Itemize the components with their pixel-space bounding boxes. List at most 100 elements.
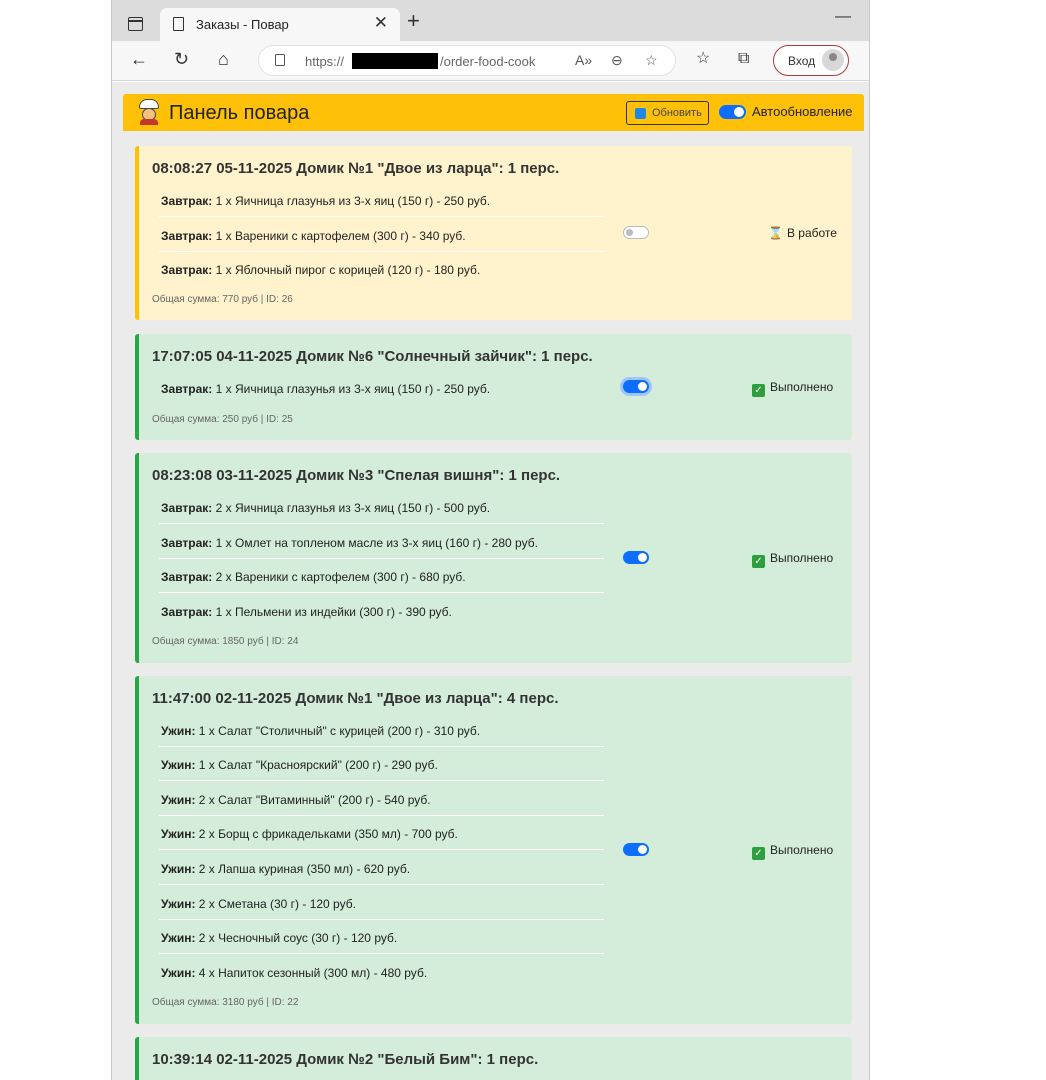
zoom-icon[interactable]: ⊖ bbox=[611, 52, 623, 69]
address-bar[interactable]: https:// /order-food-cook A» ⊖ ☆ bbox=[258, 45, 676, 76]
redacted-host bbox=[352, 53, 438, 69]
order-item: Завтрак: 2 x Вареники с картофелем (300 … bbox=[159, 559, 604, 593]
home-icon[interactable]: ⌂ bbox=[218, 49, 229, 69]
status-text: Выполнено bbox=[770, 551, 834, 565]
item-text: 1 x Салат "Столичный" с курицей (200 г) … bbox=[198, 724, 481, 738]
order-title: 17:07:05 04-11-2025 Домик №6 "Солнечный … bbox=[152, 348, 593, 365]
meal-label: Ужин: bbox=[161, 793, 196, 807]
meal-label: Завтрак: bbox=[161, 570, 213, 584]
meal-label: Ужин: bbox=[161, 897, 196, 911]
order-item: Ужин: 2 x Салат "Витаминный" (200 г) - 5… bbox=[159, 782, 604, 816]
tab-strip: Заказы - Повар ✕ + — bbox=[112, 0, 869, 41]
read-aloud-icon[interactable]: A» bbox=[575, 52, 592, 68]
item-text: 1 x Яичница глазунья из 3-х яиц (150 г) … bbox=[215, 382, 491, 396]
order-item: Завтрак: 1 x Омлет на топленом масле из … bbox=[159, 525, 604, 559]
item-text: 2 x Яичница глазунья из 3-х яиц (150 г) … bbox=[215, 501, 491, 515]
reload-icon[interactable]: ↻ bbox=[174, 49, 189, 69]
url-path: /order-food-cook bbox=[440, 54, 536, 69]
status-badge: ✓ Выполнено bbox=[752, 843, 833, 860]
browser-window: Заказы - Повар ✕ + — ← ↻ ⌂ https:// /ord… bbox=[111, 0, 870, 1080]
order-item: Ужин: 2 x Сметана (30 г) - 120 руб. bbox=[159, 886, 604, 920]
meal-label: Ужин: bbox=[161, 827, 196, 841]
meal-label: Ужин: bbox=[161, 931, 196, 945]
refresh-icon bbox=[635, 108, 646, 119]
avatar-icon bbox=[822, 49, 844, 71]
meal-label: Завтрак: bbox=[161, 605, 213, 619]
meal-label: Завтрак: bbox=[161, 263, 213, 277]
order-card: 08:23:08 03-11-2025 Домик №3 "Спелая виш… bbox=[135, 453, 852, 663]
meal-label: Ужин: bbox=[161, 724, 196, 738]
item-text: 2 x Вареники с картофелем (300 г) - 680 … bbox=[215, 570, 466, 584]
page-content: Панель повара Обновить Автообновление 08… bbox=[112, 82, 869, 1080]
order-item: Завтрак: 1 x Яичница глазунья из 3-х яиц… bbox=[159, 371, 604, 405]
autoupdate-label: Автообновление bbox=[752, 104, 853, 119]
order-item: Ужин: 2 x Борщ с фрикадельками (350 мл) … bbox=[159, 816, 604, 850]
done-toggle[interactable] bbox=[623, 843, 649, 856]
order-title: 08:08:27 05-11-2025 Домик №1 "Двое из ла… bbox=[152, 160, 560, 177]
check-icon: ✓ bbox=[752, 555, 765, 568]
item-text: 1 x Вареники с картофелем (300 г) - 340 … bbox=[215, 229, 466, 243]
hourglass-icon: ⌛ bbox=[768, 226, 783, 240]
meal-label: Ужин: bbox=[161, 862, 196, 876]
status-text: Выполнено bbox=[770, 843, 834, 857]
order-item: Ужин: 1 x Салат "Красноярский" (200 г) -… bbox=[159, 747, 604, 781]
order-total: Общая сумма: 3180 руб | ID: 22 bbox=[152, 997, 299, 1008]
meal-label: Завтрак: bbox=[161, 382, 213, 396]
meal-label: Завтрак: bbox=[161, 229, 213, 243]
item-text: 2 x Чесночный соус (30 г) - 120 руб. bbox=[198, 931, 398, 945]
refresh-button[interactable]: Обновить bbox=[626, 101, 709, 125]
order-title: 10:39:14 02-11-2025 Домик №2 "Белый Бим"… bbox=[152, 1051, 539, 1068]
collections-icon[interactable]: ⧉ bbox=[738, 49, 749, 69]
close-tab-icon[interactable]: ✕ bbox=[374, 13, 388, 33]
status-text: В работе bbox=[786, 226, 837, 240]
order-card: 11:47:00 02-11-2025 Домик №1 "Двое из ла… bbox=[135, 676, 852, 1024]
status-badge: ⌛ В работе bbox=[768, 226, 837, 240]
order-card: 10:39:14 02-11-2025 Домик №2 "Белый Бим"… bbox=[135, 1037, 852, 1080]
order-item: Завтрак: 1 x Яичница глазунья из 3-х яиц… bbox=[159, 183, 604, 217]
order-item: Ужин: 2 x Чесночный соус (30 г) - 120 ру… bbox=[159, 920, 604, 954]
minimize-icon[interactable]: — bbox=[835, 8, 851, 26]
tab-title: Заказы - Повар bbox=[196, 17, 289, 32]
url-prefix: https:// bbox=[305, 54, 345, 69]
login-label: Вход bbox=[788, 54, 816, 68]
back-icon[interactable]: ← bbox=[130, 49, 148, 69]
refresh-label: Обновить bbox=[652, 107, 702, 119]
login-button[interactable]: Вход bbox=[773, 45, 849, 76]
item-text: 1 x Омлет на топленом масле из 3-х яиц (… bbox=[215, 536, 538, 550]
item-text: 1 x Салат "Красноярский" (200 г) - 290 р… bbox=[198, 758, 438, 772]
cook-panel-header: Панель повара Обновить Автообновление bbox=[123, 94, 864, 131]
status-text: Выполнено bbox=[770, 380, 834, 394]
meal-label: Завтрак: bbox=[161, 194, 213, 208]
add-favorite-icon[interactable]: ☆ bbox=[645, 52, 658, 69]
page-icon bbox=[173, 17, 184, 31]
order-total: Общая сумма: 770 руб | ID: 26 bbox=[152, 294, 293, 305]
order-item: Завтрак: 1 x Яблочный пирог с корицей (1… bbox=[159, 252, 604, 286]
chef-icon bbox=[137, 99, 161, 126]
autoupdate-toggle[interactable] bbox=[719, 105, 746, 119]
meal-label: Ужин: bbox=[161, 966, 196, 980]
done-toggle[interactable] bbox=[623, 226, 649, 239]
order-title: 08:23:08 03-11-2025 Домик №3 "Спелая виш… bbox=[152, 467, 561, 484]
order-item: Завтрак: 1 x Вареники с картофелем (300 … bbox=[159, 218, 604, 252]
item-text: 4 x Напиток сезонный (300 мл) - 480 руб. bbox=[198, 966, 428, 980]
status-badge: ✓ Выполнено bbox=[752, 551, 833, 568]
new-tab-icon[interactable]: + bbox=[407, 10, 420, 32]
check-icon: ✓ bbox=[752, 384, 765, 397]
done-toggle[interactable] bbox=[623, 380, 649, 393]
order-title: 11:47:00 02-11-2025 Домик №1 "Двое из ла… bbox=[152, 690, 559, 707]
lock-icon[interactable] bbox=[275, 54, 285, 66]
browser-tab[interactable]: Заказы - Повар ✕ bbox=[160, 8, 400, 41]
item-text: 2 x Салат "Витаминный" (200 г) - 540 руб… bbox=[198, 793, 431, 807]
meal-label: Завтрак: bbox=[161, 536, 213, 550]
order-item: Ужин: 1 x Салат "Столичный" с курицей (2… bbox=[159, 713, 604, 747]
order-item: Ужин: 4 x Напиток сезонный (300 мл) - 48… bbox=[159, 955, 604, 989]
tab-actions-icon[interactable] bbox=[128, 17, 143, 31]
page-title: Панель повара bbox=[169, 102, 310, 124]
meal-label: Ужин: bbox=[161, 758, 196, 772]
favorites-icon[interactable]: ☆ bbox=[696, 49, 710, 69]
item-text: 2 x Лапша куриная (350 мл) - 620 руб. bbox=[198, 862, 411, 876]
meal-label: Завтрак: bbox=[161, 501, 213, 515]
order-card: 08:08:27 05-11-2025 Домик №1 "Двое из ла… bbox=[135, 146, 852, 320]
done-toggle[interactable] bbox=[623, 551, 649, 564]
item-text: 2 x Сметана (30 г) - 120 руб. bbox=[198, 897, 356, 911]
